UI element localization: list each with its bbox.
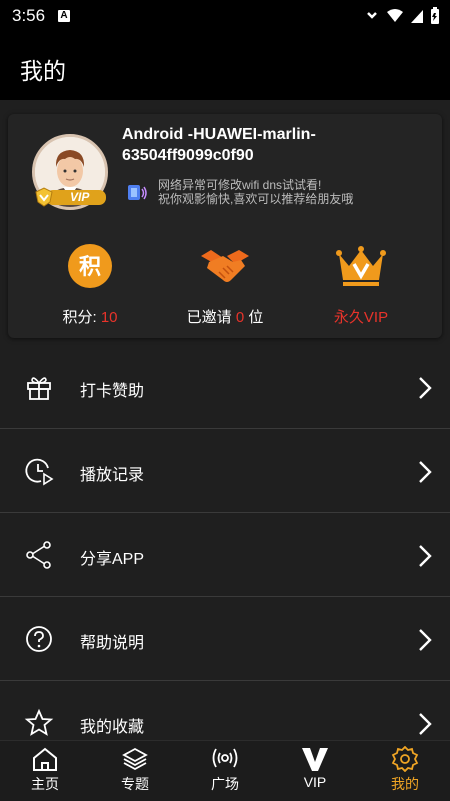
bottom-tab-bar: 主页 专题 广场 VIP 我的 bbox=[0, 740, 450, 801]
username: Android -HUAWEI-marlin-63504ff9099c0f90 bbox=[122, 126, 316, 164]
tab-label: VIP bbox=[303, 774, 327, 790]
help-icon bbox=[26, 626, 52, 652]
notice-line: 网络异常可修改wifi dns试试看! bbox=[158, 178, 322, 192]
status-time: 3:56 bbox=[12, 6, 46, 25]
chevron-right-icon bbox=[419, 629, 432, 651]
vip-label: 永久VIP bbox=[333, 309, 389, 326]
menu-label: 打卡赞助 bbox=[80, 383, 145, 400]
points-icon-text: 积 bbox=[79, 255, 101, 280]
points-value: 10 bbox=[100, 309, 118, 326]
megaphone-icon bbox=[128, 185, 147, 200]
stats-row: 积 积分: 10 已邀请 0 位 永久VIP bbox=[8, 244, 442, 334]
tab-label: 我的 bbox=[391, 776, 419, 792]
page-title: 我的 bbox=[20, 58, 66, 84]
chevron-right-icon bbox=[419, 461, 432, 483]
invites-label-prefix: 已邀请 bbox=[186, 309, 232, 326]
main-content[interactable]: VIP Android -HUAWEI-marlin-63504ff9099c0… bbox=[0, 100, 450, 740]
gift-icon bbox=[27, 377, 51, 400]
menu-item-share[interactable]: 分享APP bbox=[0, 513, 450, 597]
star-icon bbox=[24, 708, 54, 736]
notification-icon: A bbox=[58, 10, 70, 22]
menu-label: 我的收藏 bbox=[80, 719, 145, 736]
points-label: 积分: 10 bbox=[20, 306, 160, 327]
layers-icon bbox=[122, 747, 148, 771]
chevron-right-icon bbox=[419, 713, 432, 735]
invites-label-suffix: 位 bbox=[248, 309, 264, 326]
notice-marquee: 网络异常可修改wifi dns试试看! 祝你观影愉快,喜欢可以推荐给朋友哦 bbox=[158, 178, 408, 206]
crown-icon bbox=[336, 246, 386, 286]
menu-item-help[interactable]: 帮助说明 bbox=[0, 597, 450, 681]
menu-item-history[interactable]: 播放记录 bbox=[0, 429, 450, 513]
gear-icon bbox=[391, 746, 419, 772]
tab-label: 主页 bbox=[31, 776, 59, 792]
profile-card: VIP Android -HUAWEI-marlin-63504ff9099c0… bbox=[8, 114, 442, 338]
tab-label: 专题 bbox=[121, 776, 149, 792]
stat-vip[interactable]: 永久VIP bbox=[291, 244, 431, 327]
menu-list: 打卡赞助 播放记录 分享APP 帮助说明 我的收藏 bbox=[0, 345, 450, 740]
tab-mine[interactable]: 我的 bbox=[360, 741, 450, 801]
tab-vip[interactable]: VIP bbox=[270, 741, 360, 801]
wifi-icon bbox=[387, 9, 403, 22]
history-icon bbox=[25, 458, 54, 486]
cellular-icon bbox=[411, 10, 423, 23]
status-bar: 3:56 A bbox=[0, 0, 450, 32]
status-icons bbox=[364, 7, 440, 25]
menu-label: 帮助说明 bbox=[80, 635, 145, 652]
tab-label: 广场 bbox=[211, 776, 239, 792]
tab-home[interactable]: 主页 bbox=[0, 741, 90, 801]
menu-label: 播放记录 bbox=[80, 467, 145, 484]
tab-topics[interactable]: 专题 bbox=[90, 741, 180, 801]
points-icon: 积 bbox=[68, 244, 112, 288]
home-icon bbox=[33, 747, 57, 771]
handshake-icon bbox=[201, 250, 249, 282]
stat-invites[interactable]: 已邀请 0 位 bbox=[155, 244, 295, 327]
points-label-text: 积分: bbox=[62, 309, 97, 326]
stat-points[interactable]: 积 积分: 10 bbox=[20, 244, 160, 327]
signal-icon bbox=[367, 12, 377, 19]
vip-badge-label: VIP bbox=[70, 190, 90, 204]
share-icon bbox=[26, 541, 51, 569]
notice-line: 祝你观影愉快,喜欢可以推荐给朋友哦 bbox=[158, 192, 354, 206]
broadcast-icon bbox=[212, 748, 238, 768]
chevron-right-icon bbox=[419, 545, 432, 567]
menu-item-checkin[interactable]: 打卡赞助 bbox=[0, 345, 450, 429]
tab-square[interactable]: 广场 bbox=[180, 741, 270, 801]
menu-label: 分享APP bbox=[80, 551, 145, 568]
menu-item-favorites[interactable]: 我的收藏 bbox=[0, 681, 450, 740]
invites-label: 已邀请 0 位 bbox=[155, 306, 295, 327]
chevron-right-icon bbox=[419, 377, 432, 399]
invites-value: 0 bbox=[235, 309, 245, 326]
app-header: 我的 bbox=[0, 32, 450, 100]
battery-icon bbox=[431, 7, 439, 24]
vip-v-icon bbox=[302, 748, 328, 771]
vip-badge: VIP bbox=[34, 186, 110, 208]
